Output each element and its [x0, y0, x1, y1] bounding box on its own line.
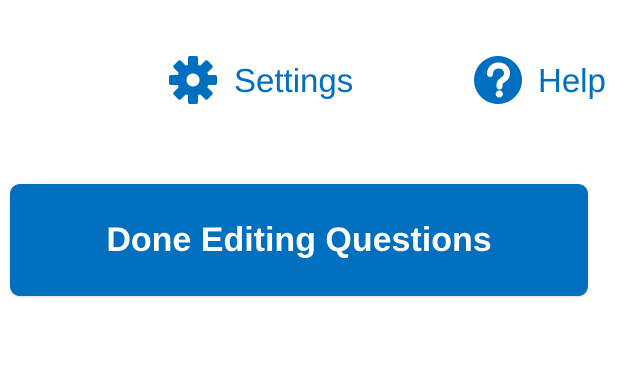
done-editing-questions-button[interactable]: Done Editing Questions [10, 184, 588, 296]
help-circle-icon [472, 54, 524, 106]
settings-label: Settings [234, 61, 354, 99]
page: Settings Help Done Editing Questions [0, 0, 627, 370]
help-label: Help [538, 61, 606, 99]
settings-link[interactable]: Settings [168, 52, 353, 108]
gear-icon [168, 55, 218, 105]
help-link[interactable]: Help [472, 52, 606, 108]
